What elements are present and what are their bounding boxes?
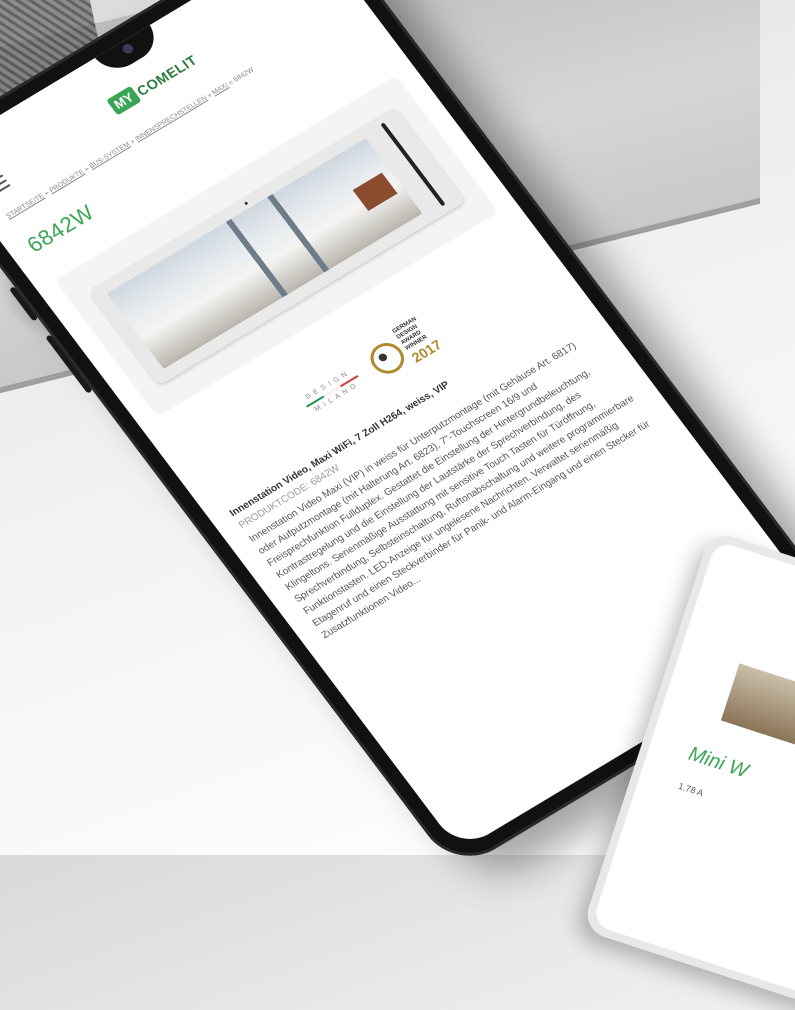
menu-icon[interactable] — [0, 171, 13, 200]
tablet-camera — [244, 201, 249, 206]
logo-text: COMELIT — [133, 51, 200, 99]
camera-icon — [120, 42, 136, 56]
second-phone-text: 1.78 A — [677, 780, 705, 799]
second-phone-title: Mini W — [685, 742, 751, 783]
second-phone-product-image — [720, 663, 795, 764]
